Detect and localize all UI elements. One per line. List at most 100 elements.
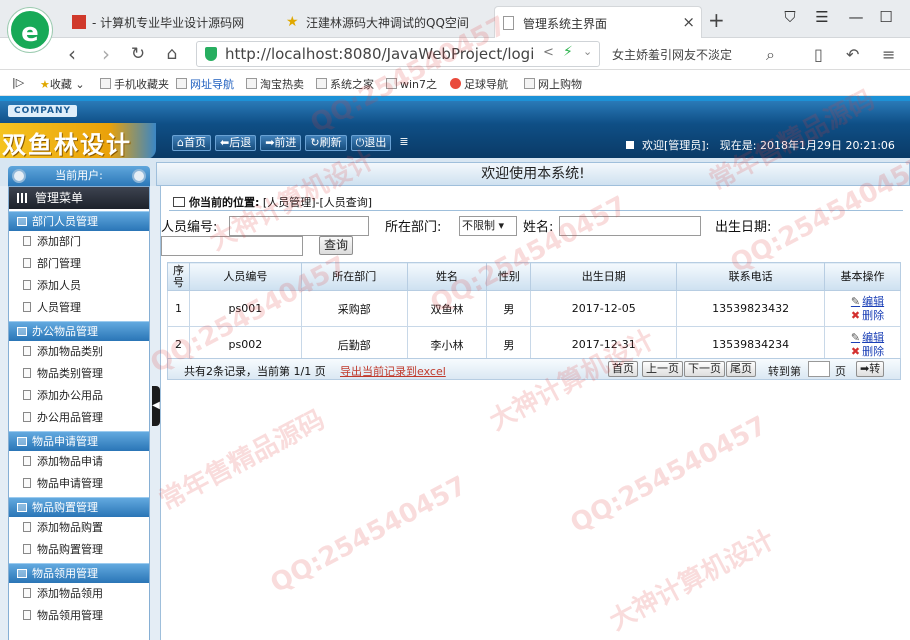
- doc-icon: [23, 280, 31, 290]
- search-icon[interactable]: ⌕: [766, 45, 775, 65]
- site-favicon-icon: [72, 15, 86, 29]
- col-header-index: 序号: [167, 262, 190, 291]
- doc-icon: [23, 236, 31, 246]
- skin-icon[interactable]: ⛉: [776, 8, 804, 26]
- sidebar-section-dept[interactable]: 部门人员管理: [9, 211, 149, 231]
- maximize-button[interactable]: ☐: [872, 8, 900, 26]
- bookmark-system[interactable]: 系统之家: [316, 76, 374, 92]
- forward-button[interactable]: ➡前进: [260, 135, 302, 151]
- home-icon[interactable]: ⌂: [160, 44, 184, 64]
- speed-mode-icon[interactable]: ⚡: [563, 44, 573, 60]
- back-button[interactable]: ⬅后退: [214, 135, 257, 151]
- sidebar-section-receive[interactable]: 物品领用管理: [9, 563, 149, 583]
- grid-icon: [17, 193, 29, 203]
- sidebar-item-add-supply[interactable]: 添加办公用品: [9, 385, 149, 407]
- col-header-name: 姓名: [406, 262, 488, 291]
- hamburger-menu-icon[interactable]: ≡: [882, 45, 895, 64]
- bookmark-mobile[interactable]: 手机收藏夹: [100, 76, 169, 92]
- minimize-button[interactable]: —: [842, 8, 870, 26]
- bookmark-favorites[interactable]: ★收藏 ⌄: [40, 76, 85, 92]
- sidebar-toggle-icon[interactable]: |▷: [12, 76, 24, 89]
- next-page-button[interactable]: 下一页: [684, 361, 725, 377]
- export-excel-link[interactable]: 导出当前记录到excel: [340, 363, 446, 379]
- chevron-down-icon[interactable]: ⌄: [583, 45, 592, 58]
- address-bar: ‹ › ↻ ⌂ http://localhost:8080/JavaWebPro…: [0, 38, 910, 70]
- delete-link[interactable]: ✖ 删除: [835, 345, 900, 359]
- refresh-button[interactable]: ↻刷新: [305, 135, 347, 151]
- new-tab-button[interactable]: +: [708, 8, 725, 32]
- close-tab-icon[interactable]: ×: [682, 13, 695, 31]
- cell-ops: ✎ 编辑 ✖ 删除: [824, 290, 901, 327]
- first-page-button[interactable]: 首页: [608, 361, 638, 377]
- secure-shield-icon: [205, 47, 217, 61]
- phone-icon[interactable]: ▯: [814, 45, 823, 64]
- sidebar-item-supply-manage[interactable]: 办公用品管理: [9, 407, 149, 429]
- sidebar-section-apply[interactable]: 物品申请管理: [9, 431, 149, 451]
- sidebar-title: 管理菜单: [9, 187, 149, 209]
- cell-phone: 13539823432: [676, 290, 825, 327]
- bookmark-football[interactable]: 足球导航: [450, 76, 508, 92]
- sidebar-section-purchase[interactable]: 物品购置管理: [9, 497, 149, 517]
- col-header-person-no: 人员编号: [188, 262, 302, 291]
- football-icon: [450, 78, 461, 89]
- tab-title: 管理系统主界面: [523, 17, 608, 31]
- bookmark-win7[interactable]: win7之: [386, 76, 437, 92]
- breadcrumb: 你当前的位置: [人员管理]-[人员查询]: [173, 194, 372, 210]
- home-icon: ⌂: [177, 136, 184, 149]
- doc-icon: [23, 302, 31, 312]
- dept-select[interactable]: 不限制 ▾: [459, 216, 517, 236]
- logout-button[interactable]: ⏻退出: [350, 135, 392, 151]
- browser-tab-2[interactable]: ★ 汪建林源码大神调试的QQ空间: [278, 6, 492, 38]
- sidebar-item-add-person[interactable]: 添加人员: [9, 275, 149, 297]
- last-page-button[interactable]: 尾页: [726, 361, 756, 377]
- prev-page-button[interactable]: 上一页: [642, 361, 683, 377]
- browser-tab-active[interactable]: 管理系统主界面 ×: [494, 6, 702, 38]
- go-button[interactable]: ➡转: [856, 361, 885, 377]
- page-number-input[interactable]: [808, 361, 830, 377]
- sidebar-item-add-apply[interactable]: 添加物品申请: [9, 451, 149, 473]
- refresh-icon: ↻: [310, 136, 320, 149]
- sidebar-item-add-dept[interactable]: 添加部门: [9, 231, 149, 253]
- query-button[interactable]: 查询: [319, 236, 353, 255]
- collapse-handle[interactable]: ◀: [152, 386, 160, 426]
- search-suggestion[interactable]: 女主娇羞引网友不淡定: [612, 46, 732, 63]
- bookmark-shopping[interactable]: 网上购物: [524, 76, 582, 92]
- home-button[interactable]: ⌂首页: [172, 135, 211, 151]
- more-icon[interactable]: ≣: [395, 135, 412, 151]
- arrow-left-icon: ⬅: [219, 136, 230, 149]
- share-icon[interactable]: <: [543, 45, 554, 60]
- sidebar-item-add-category[interactable]: 添加物品类别: [9, 341, 149, 363]
- sidebar-item-purchase-manage[interactable]: 物品购置管理: [9, 539, 149, 561]
- refresh-icon[interactable]: ↻: [126, 44, 150, 64]
- browser-tab-bar: - 计算机专业毕业设计源码网 ★ 汪建林源码大神调试的QQ空间 管理系统主界面 …: [0, 0, 910, 38]
- delete-x-icon: ✖: [850, 308, 861, 322]
- edit-link[interactable]: ✎ 编辑: [835, 331, 900, 345]
- menu-icon[interactable]: ☰: [808, 8, 836, 26]
- sidebar-item-add-receive[interactable]: 添加物品领用: [9, 583, 149, 605]
- url-field[interactable]: http://localhost:8080/JavaWebProject/log…: [196, 41, 600, 67]
- sidebar-item-category-manage[interactable]: 物品类别管理: [9, 363, 149, 385]
- col-header-phone: 联系电话: [676, 262, 825, 291]
- back-arrow-icon[interactable]: ‹: [60, 42, 84, 66]
- bookmark-taobao[interactable]: 淘宝热卖: [246, 76, 304, 92]
- sidebar-section-office[interactable]: 办公物品管理: [9, 321, 149, 341]
- sidebar-item-apply-manage[interactable]: 物品申请管理: [9, 473, 149, 495]
- tab-title: 汪建林源码大神调试的QQ空间: [306, 16, 469, 30]
- name-input[interactable]: [559, 216, 701, 236]
- delete-link[interactable]: ✖ 删除: [835, 309, 900, 323]
- sidebar-item-dept-manage[interactable]: 部门管理: [9, 253, 149, 275]
- browser-tab-1[interactable]: - 计算机专业毕业设计源码网: [64, 6, 278, 38]
- forward-arrow-icon[interactable]: ›: [94, 42, 118, 66]
- url-text: http://localhost:8080/JavaWebProject/log…: [225, 45, 535, 63]
- birth-date-input[interactable]: [161, 236, 303, 256]
- pagination-bar: 共有2条记录，当前第 1/1 页 导出当前记录到excel 首页 上一页 下一页…: [167, 358, 901, 380]
- section-icon: [17, 217, 27, 226]
- col-header-gender: 性别: [486, 262, 532, 291]
- bookmark-nav[interactable]: 网址导航: [176, 76, 234, 92]
- edit-link[interactable]: ✎ 编辑: [835, 295, 900, 309]
- person-no-input[interactable]: [229, 216, 369, 236]
- sidebar-item-person-manage[interactable]: 人员管理: [9, 297, 149, 319]
- sidebar-item-add-purchase[interactable]: 添加物品购置: [9, 517, 149, 539]
- undo-icon[interactable]: ↶: [846, 45, 859, 64]
- sidebar-item-receive-manage[interactable]: 物品领用管理: [9, 605, 149, 627]
